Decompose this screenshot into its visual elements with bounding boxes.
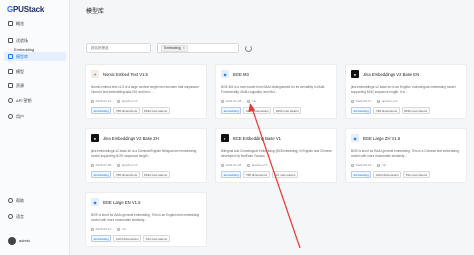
license-icon: [117, 163, 121, 167]
toolbar: Embedding×: [86, 43, 252, 53]
calendar-icon: [351, 99, 354, 103]
sidebar-item-api-keys[interactable]: API 密钥: [4, 96, 66, 105]
cube-icon: ◆: [351, 134, 359, 142]
calendar-icon: [221, 99, 224, 103]
license-icon: [117, 99, 121, 103]
model-card[interactable]: ◆ BGE M3 BGE-M3 is a new model from BAAI …: [215, 64, 337, 119]
sidebar-item-resources[interactable]: 资源: [4, 81, 66, 90]
license-icon: [247, 99, 251, 103]
app-logo[interactable]: G PUStack: [7, 4, 44, 14]
model-card[interactable]: ◆ BGE Large ZH V1.5 BGE is short for BAAI…: [345, 128, 467, 183]
license-icon: [117, 227, 121, 231]
catalog-icon: [8, 54, 13, 59]
help-icon: [8, 198, 13, 203]
calendar-icon: [351, 163, 354, 167]
cube-icon: ◆: [91, 198, 99, 206]
jina-logo-icon: ●: [351, 70, 359, 78]
sidebar-item-help[interactable]: 帮助: [4, 196, 66, 205]
calendar-icon: [91, 227, 94, 231]
model-card[interactable]: ◆ BGE Large EN V1.5 BGE is short for BAAI…: [85, 192, 207, 247]
nomic-logo-icon: ✦: [91, 70, 99, 78]
sidebar: G PUStack 概览 试验场 Embedding 模型库 模型 资源 API …: [0, 0, 70, 255]
close-icon[interactable]: ×: [183, 46, 185, 50]
dashboard-icon: [8, 21, 13, 26]
sidebar-item-overview[interactable]: 概览: [4, 19, 66, 28]
license-icon: [377, 163, 381, 167]
model-card[interactable]: ● Jina Embeddings V2 Base EN jina-embeddi…: [345, 64, 467, 119]
filter-tag: Embedding ×: [161, 44, 188, 52]
sidebar-item-playground[interactable]: 试验场: [4, 36, 66, 45]
license-icon: [247, 163, 251, 167]
calendar-icon: [91, 99, 94, 103]
playground-icon: [8, 38, 13, 43]
cube-icon: ◆: [221, 70, 229, 78]
jina-logo-icon: ●: [91, 134, 99, 142]
user-icon: [8, 114, 13, 119]
sidebar-item-models[interactable]: 模型: [4, 67, 66, 76]
avatar: [8, 236, 16, 245]
model-card[interactable]: ✦ Nomic Embed Text V1.5 Nomic-embed-text-…: [85, 64, 207, 119]
license-icon: [377, 99, 381, 103]
page-title: 模型库: [86, 9, 105, 15]
sidebar-item-users[interactable]: 用户: [4, 112, 66, 121]
model-card[interactable]: ◐ BCE Embedding Base V1 Bilingual and Cro…: [215, 128, 337, 183]
server-icon: [8, 83, 13, 88]
refresh-icon[interactable]: [245, 44, 252, 52]
calendar-icon: [91, 163, 94, 167]
main-content: 模型库 Embedding× ✦Nomic Embed Text V1.5 No…: [70, 0, 474, 255]
globe-icon: [8, 214, 13, 219]
user-menu[interactable]: admin: [4, 235, 66, 246]
search-input[interactable]: [86, 43, 151, 53]
cube-icon: [8, 69, 13, 74]
netease-logo-icon: ◐: [221, 134, 229, 142]
category-filter[interactable]: Embedding ×: [157, 43, 239, 53]
calendar-icon: [221, 163, 224, 167]
sidebar-item-model-catalog[interactable]: 模型库: [4, 52, 66, 61]
model-card[interactable]: ● Jina Embeddings V2 Base ZH jina-embeddi…: [85, 128, 207, 183]
key-icon: [8, 98, 13, 103]
sidebar-item-language[interactable]: 语言: [4, 212, 66, 221]
